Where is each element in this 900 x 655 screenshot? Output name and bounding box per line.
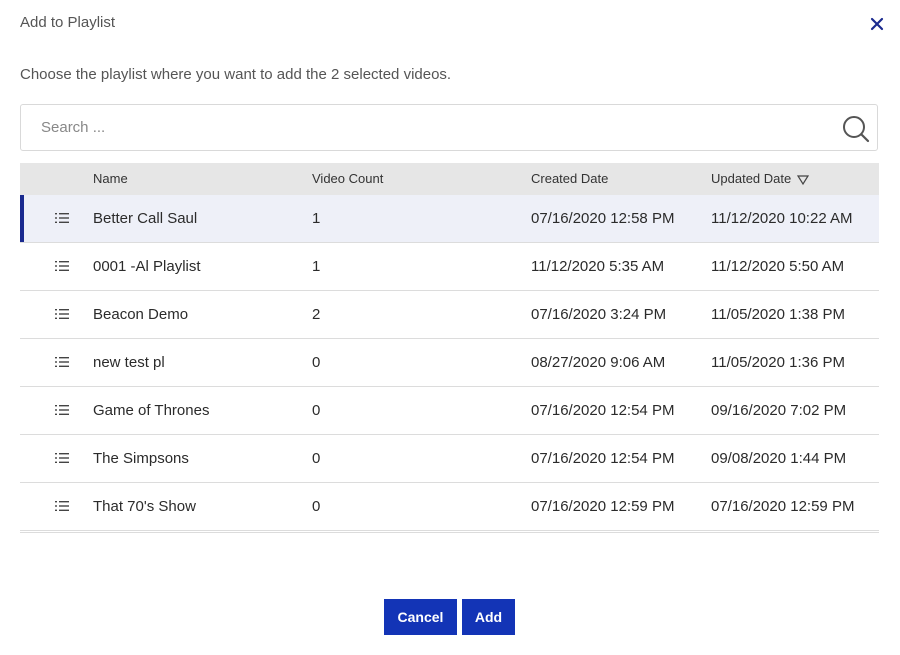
table-row[interactable]: Beacon Demo 2 07/16/2020 3:24 PM 11/05/2020… [20,291,879,339]
table-row[interactable]: The Simpsons 0 07/16/2020 12:54 PM 09/08/20… [20,435,879,483]
cell-created-date: 07/16/2020 12:58 PM [531,210,675,227]
cell-video-count: 1 [312,210,321,227]
cell-created-date: 07/16/2020 3:24 PM [531,306,667,323]
cell-updated-date: 11/05/2020 1:36 PM [711,354,845,371]
table-bottom-divider [20,532,879,533]
cell-name: new test pl [93,354,165,371]
cell-name: That 70's Show [93,498,196,515]
cell-updated-date: 07/16/2020 12:59 PM [711,498,855,515]
cell-updated-date: 09/16/2020 7:02 PM [711,402,847,419]
column-header-video-count[interactable]: Video Count [312,171,383,186]
close-icon[interactable] [868,15,886,33]
cell-name: Game of Thrones [93,402,210,419]
cell-video-count: 0 [312,402,321,419]
table-row[interactable]: That 70's Show 0 07/16/2020 12:59 PM 07/16/… [20,483,879,531]
list-icon [55,309,69,319]
cell-updated-date: 09/08/2020 1:44 PM [711,450,847,467]
dialog-title: Add to Playlist [20,14,116,31]
cell-updated-date: 11/12/2020 5:50 AM [711,258,845,275]
column-header-name[interactable]: Name [93,171,128,186]
cell-name: Better Call Saul [93,210,198,227]
table-row[interactable]: Game of Thrones 0 07/16/2020 12:54 PM 09/16… [20,387,879,435]
column-header-updated-date-label: Updated Date [711,171,792,186]
dialog-subtitle: Choose the playlist where you want to ad… [20,66,452,83]
cell-video-count: 0 [312,450,321,467]
table-row[interactable]: Better Call Saul 1 07/16/2020 12:58 PM 11/1… [20,195,879,243]
cell-created-date: 11/12/2020 5:35 AM [531,258,665,275]
column-header-updated-date[interactable]: Updated Date [711,171,810,186]
cell-video-count: 1 [312,258,321,275]
cell-created-date: 08/27/2020 9:06 AM [531,354,666,371]
search-box [20,104,878,151]
add-button[interactable]: Add [462,599,515,635]
list-icon [55,405,69,415]
list-icon [55,453,69,463]
playlist-table: Name Video Count Created Date Updated Da… [20,163,879,531]
search-input[interactable] [21,105,841,150]
cancel-button[interactable]: Cancel [384,599,457,635]
cell-video-count: 2 [312,306,321,323]
cell-created-date: 07/16/2020 12:59 PM [531,498,675,515]
cell-name: The Simpsons [93,450,189,467]
list-icon [55,501,69,511]
table-row[interactable]: new test pl 0 08/27/2020 9:06 AM 11/05/2020… [20,339,879,387]
cell-name: Beacon Demo [93,306,189,323]
cell-updated-date: 11/12/2020 10:22 AM [711,210,853,227]
sort-down-triangle-icon[interactable] [797,174,810,186]
list-icon [55,357,69,367]
cell-created-date: 07/16/2020 12:54 PM [531,450,675,467]
table-header: Name Video Count Created Date Updated Da… [20,163,879,195]
table-row[interactable]: 0001 -Al Playlist 1 11/12/2020 5:35 AM 11/1… [20,243,879,291]
cell-updated-date: 11/05/2020 1:38 PM [711,306,845,323]
cell-video-count: 0 [312,498,321,515]
list-icon [55,261,69,271]
cell-video-count: 0 [312,354,321,371]
cell-name: 0001 -Al Playlist [93,258,201,275]
column-header-created-date[interactable]: Created Date [531,171,608,186]
search-icon[interactable] [841,114,871,144]
list-icon [55,213,69,223]
cell-created-date: 07/16/2020 12:54 PM [531,402,675,419]
table-body: Better Call Saul 1 07/16/2020 12:58 PM 11/1… [20,195,879,531]
